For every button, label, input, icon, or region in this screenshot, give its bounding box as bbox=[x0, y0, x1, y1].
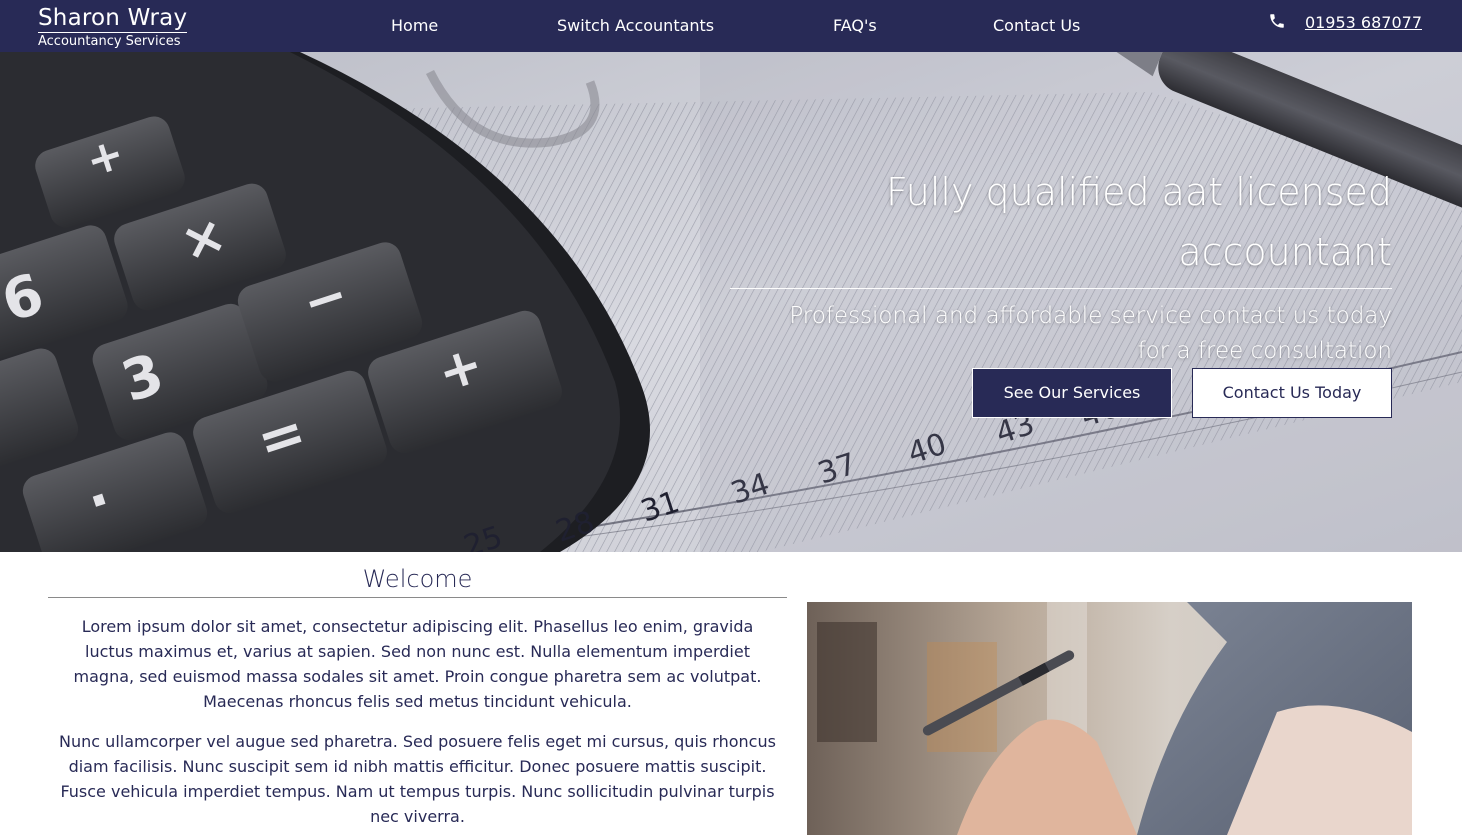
brand-logo[interactable]: Sharon Wray Accountancy Services bbox=[38, 4, 188, 50]
welcome-paragraph: Nunc ullamcorper vel augue sed pharetra.… bbox=[59, 732, 776, 826]
welcome-paragraph: Lorem ipsum dolor sit amet, consectetur … bbox=[73, 617, 762, 711]
welcome-divider bbox=[48, 597, 787, 598]
hero-content: Fully qualified aat licensed accountant … bbox=[730, 162, 1392, 369]
hero-banner: + × 6 3 − + = · 25 28 31 34 37 40 43 46 … bbox=[0, 52, 1462, 552]
contact-us-today-button[interactable]: Contact Us Today bbox=[1192, 368, 1392, 418]
see-our-services-button[interactable]: See Our Services bbox=[972, 368, 1172, 418]
nav-switch-accountants[interactable]: Switch Accountants bbox=[557, 15, 714, 37]
phone-icon bbox=[1270, 13, 1284, 28]
welcome-section: Welcome Lorem ipsum dolor sit amet, cons… bbox=[48, 562, 787, 829]
nav-faqs[interactable]: FAQ's bbox=[833, 15, 877, 37]
phone-contact: 01953 687077 bbox=[1268, 13, 1422, 32]
nav-home[interactable]: Home bbox=[391, 15, 438, 37]
hero-title-line1: Fully qualified aat licensed bbox=[886, 170, 1392, 214]
hero-subtitle-line1: Professional and affordable service cont… bbox=[789, 303, 1392, 329]
nav-contact-us[interactable]: Contact Us bbox=[993, 15, 1080, 37]
site-header: Sharon Wray Accountancy Services Home Sw… bbox=[0, 0, 1462, 52]
brand-subtitle: Accountancy Services bbox=[38, 34, 181, 49]
hero-title-line2: accountant bbox=[1178, 230, 1392, 274]
welcome-title: Welcome bbox=[362, 565, 473, 593]
hero-divider bbox=[730, 288, 1392, 289]
hero-title: Fully qualified aat licensed accountant bbox=[730, 162, 1392, 282]
hero-subtitle-line2: for a free consultation bbox=[1137, 338, 1392, 364]
phone-number-link[interactable]: 01953 687077 bbox=[1305, 13, 1422, 32]
brand-name: Sharon Wray bbox=[38, 5, 188, 33]
hero-subtitle: Professional and affordable service cont… bbox=[730, 299, 1392, 369]
person-writing-photo bbox=[807, 602, 1412, 835]
